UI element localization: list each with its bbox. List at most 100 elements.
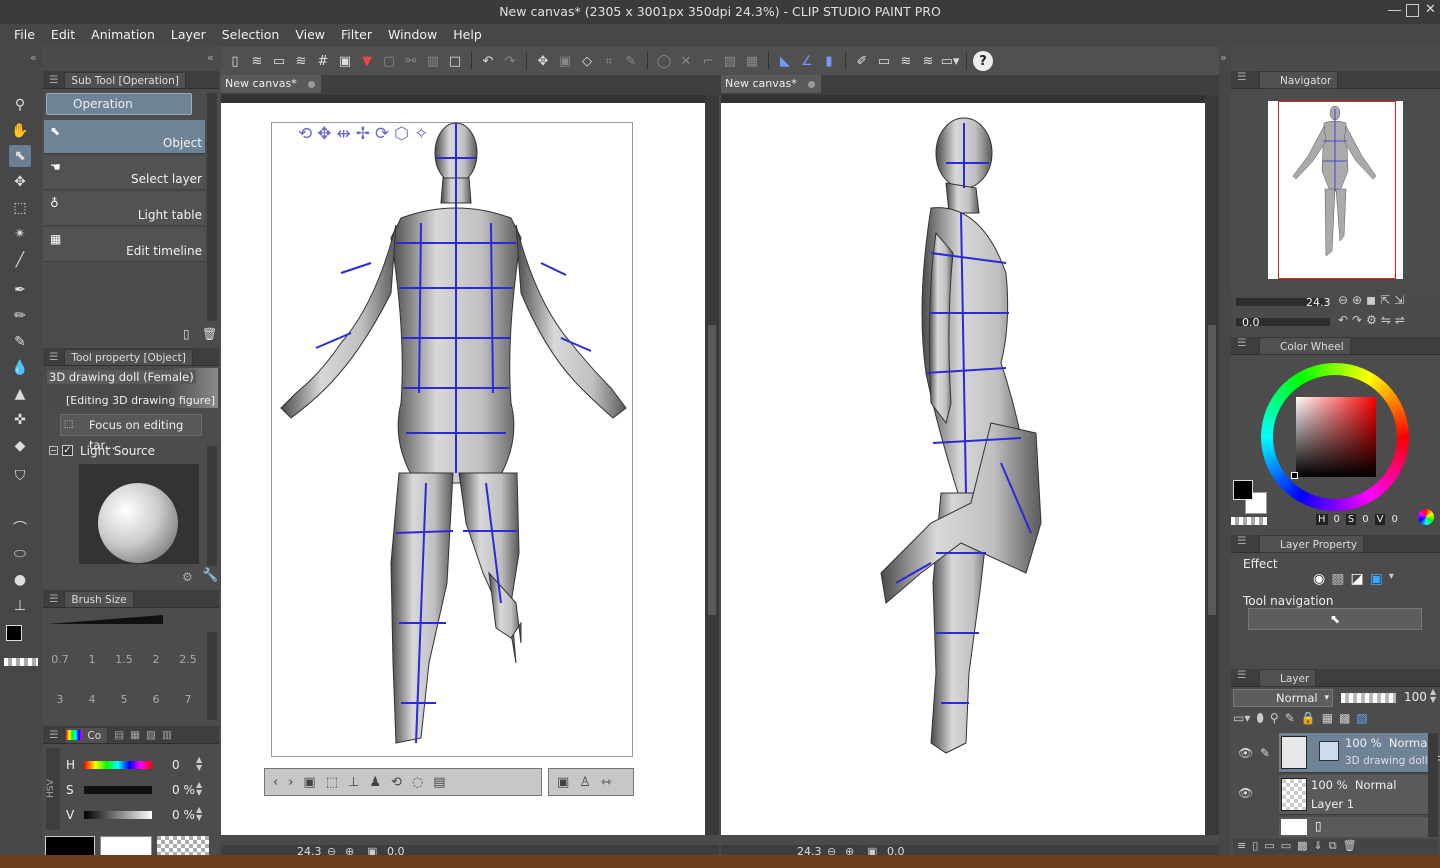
fill-tool-icon[interactable]: ⛉ [9, 465, 31, 487]
resize-icon[interactable]: ⇿ [601, 775, 612, 790]
close-tab-icon[interactable] [808, 81, 815, 88]
airbrush-icon[interactable]: ▲ [9, 383, 31, 405]
copy-layer-icon[interactable]: ⧉ [1329, 839, 1337, 855]
hsv-tab[interactable]: HSV [46, 780, 56, 799]
export-icon[interactable]: ▢ [379, 51, 399, 71]
dots-icon[interactable]: ◌ [412, 775, 423, 790]
hue-slider[interactable] [84, 761, 152, 769]
border-effect-icon[interactable]: ◉ [1313, 571, 1325, 591]
draft-icon[interactable]: ✎ [1285, 711, 1295, 729]
color-sub-swatch[interactable] [100, 836, 152, 856]
balloon-tool-icon[interactable]: ● [9, 569, 31, 591]
layerprop-tab[interactable]: Layer Property [1259, 535, 1365, 553]
new-mask-icon[interactable]: ▩ [1297, 839, 1307, 855]
auto-select-icon[interactable]: ✴ [9, 223, 31, 245]
maximize-icon[interactable] [1406, 4, 1419, 17]
brush-size-wedge[interactable] [48, 615, 163, 624]
menu-grip-icon[interactable]: ☰ [1237, 337, 1246, 349]
close-tab-icon[interactable] [308, 81, 315, 88]
copy-icon[interactable]: ▥ [423, 51, 443, 71]
image-icon[interactable]: ▣ [335, 51, 355, 71]
brush-size-preset[interactable]: 7 [173, 693, 203, 706]
settings-icon[interactable]: ⚙ [182, 570, 193, 584]
merge-down-icon[interactable]: ⇓ [1314, 839, 1323, 855]
operation-group-tab[interactable]: Operation [46, 93, 192, 115]
left-canvas-scrollbar[interactable] [705, 95, 719, 835]
opacity-slider[interactable] [1341, 693, 1396, 703]
brush-tool-icon[interactable]: ✎ [9, 331, 31, 353]
fit-icon[interactable]: ⬚ [326, 775, 338, 790]
layer-menu-icon[interactable]: ≡ [1237, 839, 1246, 855]
brush-size-preset[interactable]: 5 [109, 693, 139, 706]
visibility-eye-icon[interactable]: 👁 [1238, 786, 1253, 800]
menu-grip-icon[interactable]: ☰ [49, 351, 58, 363]
brush-icon[interactable]: ✐ [852, 51, 872, 71]
decoration-icon[interactable]: ✜ [9, 409, 31, 431]
hatch-icon[interactable]: ▨ [720, 51, 740, 71]
ruler-show-icon[interactable]: ▨ [1356, 711, 1367, 729]
color-switch-icon[interactable] [1418, 509, 1434, 525]
color-transparent-swatch[interactable] [157, 836, 209, 856]
navigator-preview[interactable] [1268, 101, 1403, 279]
new-vector-layer-icon[interactable]: ▭ [1264, 839, 1274, 855]
menu-file[interactable]: File [6, 24, 43, 46]
doll-side-figure[interactable] [721, 103, 1205, 835]
navigator-rotate-value[interactable]: 0.0 [1242, 316, 1260, 329]
brush-size-preset[interactable]: 1 [77, 653, 107, 666]
open-folder-icon[interactable]: ▭ [269, 51, 289, 71]
layer-row-layer1[interactable]: 100 % Normal Layer 1 [1279, 775, 1429, 815]
menu-grip-icon[interactable]: ☰ [1237, 71, 1246, 83]
navigator-tab[interactable]: Navigator [1259, 71, 1339, 89]
help-icon[interactable]: ? [973, 51, 993, 71]
menu-grip-icon[interactable]: ☰ [49, 74, 58, 86]
menu-window[interactable]: Window [380, 24, 445, 46]
stack-icon[interactable]: ≋ [291, 51, 311, 71]
layer-stack-icon[interactable]: ≋ [896, 51, 916, 71]
toolprop-tab[interactable]: Tool property [Object] [64, 348, 193, 365]
layer-color-select-icon[interactable]: ▭▾ [1233, 711, 1250, 729]
dropdown-frame-icon[interactable]: ▭▾ [940, 51, 960, 71]
opacity-value[interactable]: 100 [1404, 690, 1427, 704]
register-icon[interactable]: ▣ [557, 775, 569, 790]
frame-icon[interactable]: ▦ [742, 51, 762, 71]
menu-edit[interactable]: Edit [43, 24, 83, 46]
brush-size-preset[interactable]: 0.7 [45, 653, 75, 666]
pen-icon[interactable]: ✎ [621, 51, 641, 71]
new-file-icon[interactable]: ▯ [225, 51, 245, 71]
navigator-rotate-buttons[interactable]: ↶↷⚙⇋⇌ [1338, 313, 1409, 327]
eyedropper-icon[interactable]: ╱ [9, 249, 31, 271]
tool-navigation-button[interactable]: ⬉ [1248, 608, 1422, 630]
scale-icon[interactable]: ▣ [555, 51, 575, 71]
right-canvas-tab[interactable]: New canvas* [721, 75, 821, 93]
subtool-tab[interactable]: Sub Tool [Operation] [64, 71, 186, 88]
zoom-tool-icon[interactable]: ⚲ [9, 94, 31, 116]
ref-layer-icon[interactable]: ⚲ [1270, 711, 1279, 729]
clip-icon[interactable]: ⬮ [1256, 711, 1264, 729]
eraser-icon[interactable]: ◇ [577, 51, 597, 71]
save-pose-icon[interactable]: ▤ [433, 775, 445, 790]
ruler-tool-icon[interactable]: ⊥ [9, 595, 31, 617]
gradient-tool-icon[interactable] [9, 491, 31, 513]
approx-color-tab-icon[interactable]: ▧ [146, 729, 156, 741]
crop-icon[interactable]: ⌗ [599, 51, 619, 71]
light-source-preview[interactable] [79, 464, 199, 564]
menu-grip-icon[interactable]: ☰ [49, 593, 58, 605]
body-shape-icon[interactable]: ♙ [579, 775, 591, 790]
intermediate-color-tab-icon[interactable]: ▦ [130, 729, 140, 741]
ruler-pen-icon[interactable]: ▮ [819, 51, 839, 71]
lock-alpha-icon[interactable]: ▦ [1322, 711, 1333, 729]
menu-layer[interactable]: Layer [163, 24, 214, 46]
color-main-swatch[interactable] [45, 836, 95, 856]
operation-tool-icon[interactable]: ⬉ [9, 145, 31, 167]
hand-tool-icon[interactable]: ✋ [9, 120, 31, 142]
h-spinner-icon[interactable]: ▲ ▼ [196, 756, 202, 772]
menu-grip-icon[interactable]: ☰ [1237, 669, 1246, 681]
rotate-icon[interactable]: ⟲ [391, 775, 402, 790]
expand-dock-icon[interactable]: » [1220, 51, 1227, 64]
effect-dropdown-icon[interactable]: ▾ [1389, 571, 1394, 591]
next-arrow-icon[interactable]: › [288, 775, 293, 790]
wrench-icon[interactable]: 🔧 [202, 568, 218, 583]
new-raster-layer-icon[interactable]: ▯ [1252, 839, 1258, 855]
expression-color-icon[interactable]: ▣ [1370, 571, 1383, 591]
history-tab-icon[interactable]: ▥ [162, 729, 172, 741]
